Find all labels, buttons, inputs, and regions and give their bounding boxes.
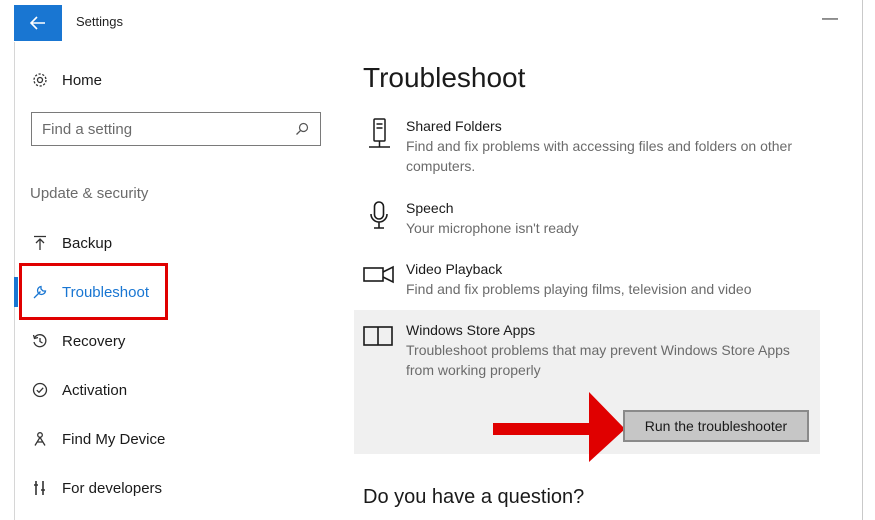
- highlight-box: [19, 263, 168, 320]
- window-border-right: [862, 0, 863, 520]
- troubleshoot-item-speech[interactable]: Speech Your microphone isn't ready: [362, 200, 812, 238]
- troubleshoot-item-name: Video Playback: [406, 261, 503, 277]
- sidebar-item-backup[interactable]: Backup: [30, 233, 112, 253]
- video-camera-icon: [362, 261, 396, 295]
- shared-folders-icon: [362, 118, 396, 152]
- sidebar-item-label: Find My Device: [62, 430, 166, 448]
- troubleshoot-item-name: Speech: [406, 200, 454, 216]
- page-title: Troubleshoot: [363, 62, 526, 93]
- recovery-icon: [30, 331, 50, 351]
- troubleshoot-item-video-playback[interactable]: Video Playback Find and fix problems pla…: [362, 261, 812, 299]
- sidebar-item-for-developers[interactable]: For developers: [30, 478, 162, 498]
- troubleshoot-item-shared-folders[interactable]: Shared Folders Find and fix problems wit…: [362, 118, 812, 176]
- window-title: Settings: [76, 14, 123, 29]
- back-arrow-icon: [30, 16, 45, 30]
- troubleshoot-item-desc: Your microphone isn't ready: [406, 220, 579, 236]
- store-apps-icon: [362, 322, 396, 356]
- sidebar-item-find-my-device[interactable]: Find My Device: [30, 429, 165, 449]
- run-troubleshooter-button[interactable]: Run the troubleshooter: [623, 410, 809, 442]
- title-bar: Settings —: [0, 0, 875, 45]
- developers-icon: [30, 478, 50, 498]
- active-indicator: [14, 277, 18, 307]
- activation-icon: [30, 380, 50, 400]
- troubleshoot-item-name: Shared Folders: [406, 118, 502, 134]
- troubleshoot-item-desc: Find and fix problems with accessing fil…: [406, 138, 792, 174]
- sidebar-home-label: Home: [62, 71, 103, 89]
- sidebar-item-label: Backup: [62, 234, 113, 252]
- search-box[interactable]: [31, 112, 321, 146]
- back-button[interactable]: [14, 5, 62, 41]
- search-input[interactable]: [32, 114, 290, 144]
- find-device-icon: [30, 429, 50, 449]
- troubleshoot-item-desc: Troubleshoot problems that may prevent W…: [406, 342, 790, 378]
- gear-icon: [30, 70, 50, 90]
- search-icon[interactable]: [290, 117, 314, 141]
- troubleshoot-item-name: Windows Store Apps: [406, 322, 536, 338]
- sidebar-home[interactable]: Home: [30, 70, 102, 90]
- red-arrow-annotation: [493, 392, 625, 462]
- section-header: Update & security: [30, 185, 149, 202]
- sidebar-item-label: Activation: [62, 381, 128, 399]
- backup-icon: [30, 233, 50, 253]
- sidebar-item-label: For developers: [62, 479, 163, 497]
- troubleshoot-item-desc: Find and fix problems playing films, tel…: [406, 281, 752, 297]
- question-heading: Do you have a question?: [363, 486, 585, 508]
- troubleshoot-item-windows-store-apps[interactable]: Windows Store Apps Troubleshoot problems…: [362, 322, 812, 380]
- sidebar-item-recovery[interactable]: Recovery: [30, 331, 125, 351]
- minimize-button[interactable]: —: [820, 10, 840, 34]
- sidebar-item-activation[interactable]: Activation: [30, 380, 127, 400]
- microphone-icon: [362, 200, 396, 234]
- sidebar-item-label: Recovery: [62, 332, 126, 350]
